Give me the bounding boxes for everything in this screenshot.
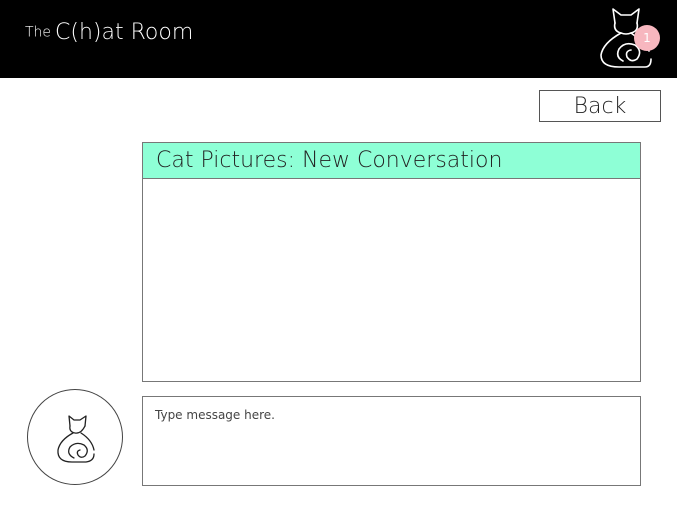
notification-badge[interactable]: 1: [634, 25, 660, 51]
app-title: The C(h)at Room: [25, 20, 193, 45]
conversation-title: Cat Pictures: New Conversation: [143, 143, 640, 179]
message-list[interactable]: [143, 179, 640, 381]
message-input[interactable]: [142, 396, 641, 486]
back-button[interactable]: Back: [539, 90, 661, 122]
user-avatar[interactable]: [27, 389, 123, 485]
cat-icon: [57, 415, 95, 463]
conversation-panel: Cat Pictures: New Conversation: [142, 142, 641, 382]
app-title-prefix: The: [25, 24, 52, 41]
top-bar: The C(h)at Room 1: [0, 0, 677, 78]
app-title-main: C(h)at Room: [55, 20, 194, 45]
